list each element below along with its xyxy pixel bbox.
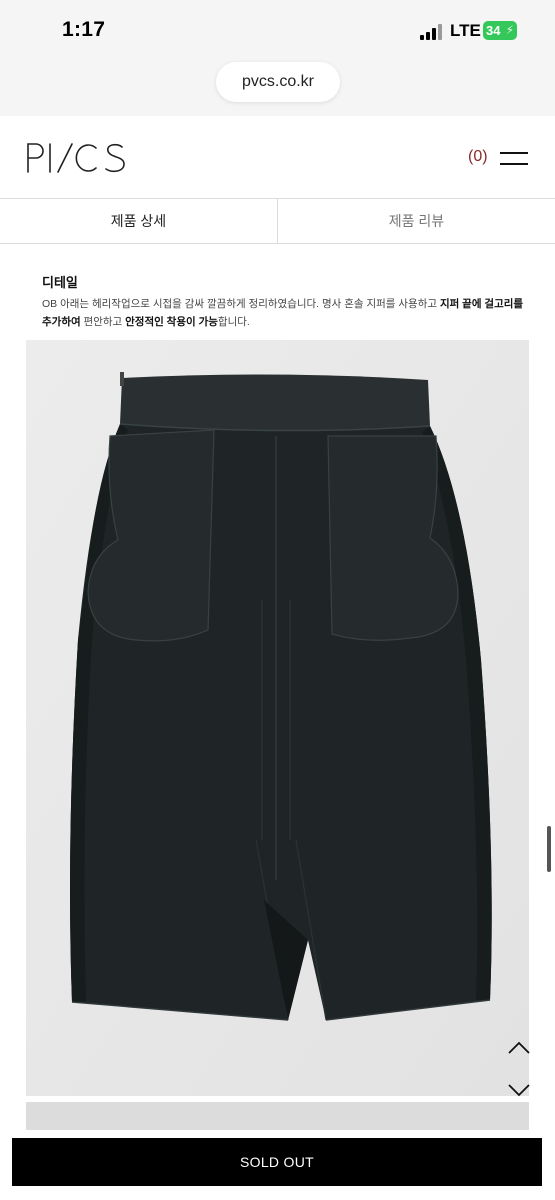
tab-product-detail[interactable]: 제품 상세 bbox=[0, 199, 277, 243]
hamburger-icon[interactable] bbox=[500, 152, 528, 166]
network-type: LTE bbox=[450, 21, 481, 40]
detail-text-bold: 안정적인 착용이 가능 bbox=[125, 316, 218, 328]
cart-count[interactable]: (0) bbox=[468, 148, 488, 166]
battery-icon: 34 ⚡ bbox=[483, 21, 517, 40]
status-time: 1:17 bbox=[62, 18, 106, 41]
url-bar[interactable]: pvcs.co.kr bbox=[216, 62, 340, 102]
skirt-illustration bbox=[26, 340, 529, 1096]
detail-title: 디테일 bbox=[42, 275, 78, 290]
detail-description: OB 아래는 헤리작업으로 시접을 감싸 깔끔하게 정리하였습니다. 명사 혼솔… bbox=[42, 295, 532, 331]
scrollbar[interactable] bbox=[547, 826, 551, 872]
sold-out-button[interactable]: SOLD OUT bbox=[12, 1138, 542, 1186]
logo[interactable] bbox=[26, 142, 126, 174]
site-header: (0) bbox=[0, 116, 555, 198]
tab-product-review[interactable]: 제품 리뷰 bbox=[277, 199, 555, 243]
detail-text-bold: 추가하여 bbox=[42, 316, 81, 328]
charging-bolt-icon: ⚡ bbox=[505, 23, 514, 37]
product-tabs: 제품 상세 제품 리뷰 bbox=[0, 198, 555, 244]
battery-level: 34 bbox=[486, 23, 501, 38]
cellular-signal-icon bbox=[420, 24, 444, 40]
detail-text-part: OB 아래는 헤리작업으로 시접을 감싸 깔끔하게 정리하였습니다. 명사 혼솔… bbox=[42, 298, 440, 310]
product-image bbox=[26, 340, 529, 1096]
detail-text-bold: 지퍼 끝에 걸고리를 bbox=[439, 298, 524, 310]
chevron-up-icon[interactable] bbox=[506, 1038, 532, 1058]
detail-text-part: 합니다. bbox=[217, 316, 250, 328]
chevron-down-icon[interactable] bbox=[506, 1080, 532, 1100]
status-bar: 1:17 LTE 34 ⚡ bbox=[0, 0, 555, 64]
detail-text-part: 편안하고 bbox=[80, 316, 126, 328]
